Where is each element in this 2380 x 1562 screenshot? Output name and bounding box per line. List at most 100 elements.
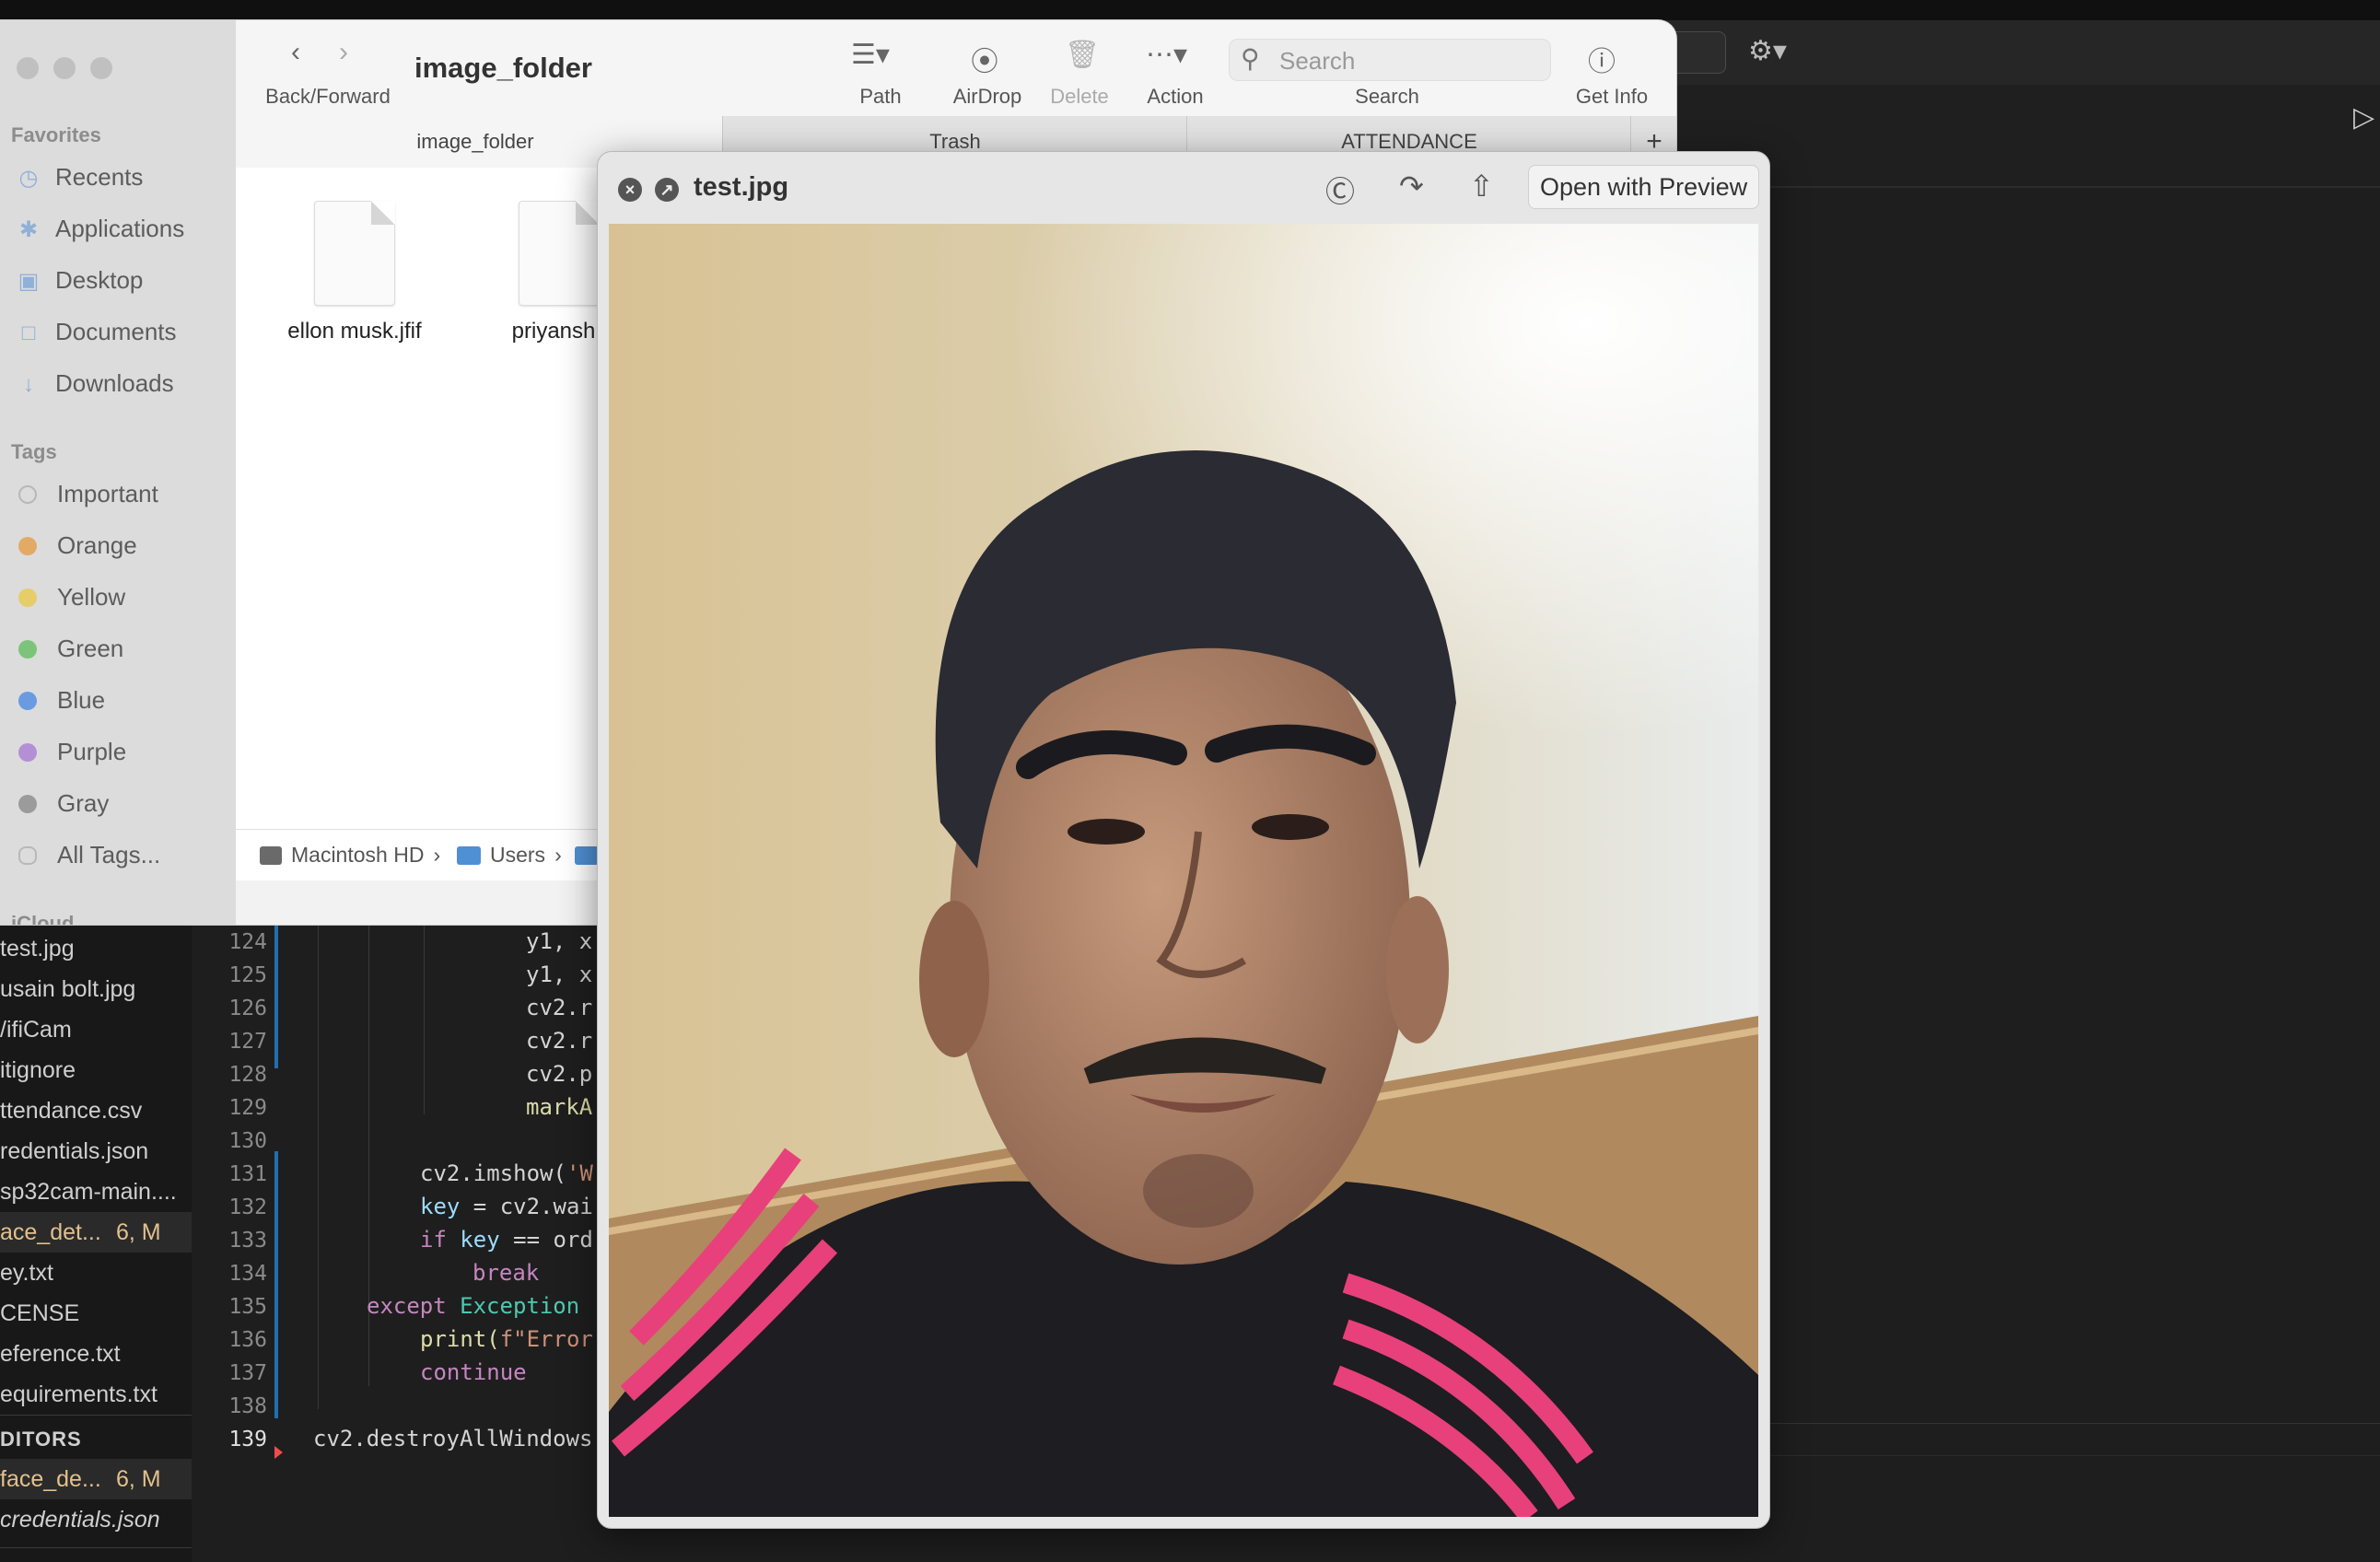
file-item-ellon-musk[interactable]: ellon musk.jfif [267, 201, 442, 344]
explorer-item-label: itignore [0, 1057, 76, 1083]
minimize-window-button[interactable] [53, 57, 76, 79]
open-editors-heading[interactable]: DITORS [0, 1426, 82, 1453]
code-line-136[interactable]: print(f"Error [420, 1326, 593, 1352]
code-line-126[interactable]: cv2.r [526, 995, 592, 1020]
code-line-127[interactable]: cv2.r [526, 1028, 592, 1054]
search-placeholder: Search [1279, 47, 1356, 75]
explorer-item-label: test.jpg [0, 936, 75, 962]
explorer-item[interactable]: sp32cam-main.... [0, 1172, 192, 1212]
explorer-item[interactable]: eference.txt [0, 1334, 192, 1374]
run-icon[interactable]: ▷ [2353, 101, 2374, 134]
path-item-macintosh-hd[interactable]: Macintosh HD › [260, 843, 440, 868]
document-icon [314, 201, 395, 306]
code-line-129[interactable]: markA [526, 1094, 592, 1120]
tag-gray[interactable]: Gray [15, 785, 109, 822]
panel-divider [1764, 1423, 2380, 1424]
explorer-divider [0, 1547, 192, 1548]
explorer-item[interactable]: test.jpg [0, 928, 192, 969]
git-change-bar [274, 1151, 278, 1418]
tag-important[interactable]: Important [15, 475, 158, 512]
explorer-item[interactable]: ttendance.csv [0, 1090, 192, 1131]
path-item-users[interactable]: Users › [457, 843, 562, 868]
delete-label: Delete [1050, 85, 1109, 108]
open-editor-label: credentials.json [0, 1507, 160, 1533]
code-token: = cv2.wai [460, 1194, 593, 1219]
sidebar-item-recents[interactable]: ◷ Recents [15, 158, 144, 195]
trash-icon[interactable]: 🗑 [1065, 39, 1100, 71]
document-icon: □ [21, 321, 36, 345]
line-number: 136 [228, 1328, 267, 1352]
code-line-128[interactable]: cv2.p [526, 1061, 592, 1087]
tag-orange[interactable]: Orange [15, 527, 137, 564]
code-line-124[interactable]: y1, x [526, 928, 592, 954]
window-title: image_folder [414, 52, 592, 84]
code-token: print( [420, 1326, 500, 1352]
code-token: Exception [460, 1293, 580, 1319]
fullscreen-icon[interactable]: ↗ [655, 178, 679, 202]
zoom-window-button[interactable] [90, 57, 112, 79]
explorer-item[interactable]: ey.txt [0, 1253, 192, 1293]
sidebar-item-desktop[interactable]: ▣ Desktop [15, 262, 144, 298]
path-separator-icon: › [554, 843, 562, 867]
rotate-icon[interactable]: ↷ [1399, 169, 1424, 204]
git-change-bar [274, 921, 278, 1068]
tag-purple[interactable]: Purple [15, 733, 126, 770]
markup-icon[interactable]: Ⓒ [1325, 169, 1355, 211]
info-icon[interactable]: ⓘ [1588, 39, 1616, 79]
code-line-131[interactable]: cv2.imshow('W [420, 1160, 593, 1186]
explorer-item-label: equirements.txt [0, 1381, 158, 1407]
code-line-125[interactable]: y1, x [526, 962, 592, 987]
tag-all-tags[interactable]: All Tags... [15, 836, 160, 873]
explorer-item[interactable]: ace_det... 6, M [0, 1212, 192, 1253]
tag-yellow[interactable]: Yellow [15, 578, 125, 615]
code-line-137[interactable]: continue [420, 1359, 527, 1385]
path-item-label: Macintosh HD [291, 843, 425, 867]
open-editor-item[interactable]: credentials.json [0, 1499, 192, 1540]
quick-look-title: test.jpg [694, 172, 789, 202]
code-line-132[interactable]: key = cv2.wai [420, 1194, 593, 1219]
explorer-item[interactable]: redentials.json [0, 1131, 192, 1172]
open-editor-item[interactable]: face_de... 6, M [0, 1459, 192, 1499]
forward-chevron-icon[interactable]: › [339, 37, 348, 68]
explorer-item-label: ace_det... [0, 1219, 101, 1245]
preview-image [609, 224, 1758, 1517]
line-number: 126 [228, 997, 267, 1020]
airdrop-icon[interactable]: ⦿ [971, 39, 998, 79]
explorer-item-label: ey.txt [0, 1260, 53, 1286]
open-with-preview-button[interactable]: Open with Preview [1528, 165, 1760, 209]
sidebar-item-label: Recents [55, 163, 144, 191]
tag-label: Yellow [57, 583, 126, 611]
code-token: key [460, 1227, 500, 1253]
close-window-button[interactable] [17, 57, 39, 79]
tag-label: Purple [57, 738, 127, 765]
copilot-icon[interactable]: ⚙▾ [1748, 35, 1803, 68]
explorer-item[interactable]: itignore [0, 1050, 192, 1090]
sidebar-item-applications[interactable]: ✱ Applications [15, 210, 184, 247]
line-number: 133 [228, 1229, 267, 1253]
line-number: 139 [228, 1428, 267, 1451]
share-icon[interactable]: ⇧ [1469, 169, 1494, 204]
line-number: 135 [228, 1295, 267, 1319]
explorer-item[interactable]: usain bolt.jpg [0, 969, 192, 1009]
tag-dot-icon [18, 743, 37, 762]
path-list-icon[interactable]: ☰▾ [851, 39, 890, 71]
back-chevron-icon[interactable]: ‹ [291, 37, 300, 68]
open-editor-label: face_de... [0, 1466, 101, 1492]
explorer-item-label: usain bolt.jpg [0, 976, 136, 1002]
code-line-134[interactable]: break [472, 1260, 539, 1286]
sidebar-item-documents[interactable]: □ Documents [15, 313, 177, 350]
code-line-133[interactable]: if key == ord [420, 1227, 593, 1253]
search-icon: ⚲ [1241, 44, 1260, 73]
explorer-item[interactable]: equirements.txt [0, 1374, 192, 1415]
tag-blue[interactable]: Blue [15, 682, 105, 718]
sidebar-item-downloads[interactable]: ↓ Downloads [15, 365, 174, 402]
explorer-item[interactable]: /ifiCam [0, 1009, 192, 1050]
code-line-139[interactable]: cv2.destroyAllWindows [313, 1426, 592, 1451]
action-ellipsis-icon[interactable]: ⋯▾ [1146, 39, 1187, 71]
code-line-135[interactable]: except Exception [367, 1293, 579, 1319]
tag-green[interactable]: Green [15, 630, 123, 667]
file-name: ellon musk.jfif [287, 319, 422, 344]
search-input[interactable]: ⚲ Search [1229, 39, 1551, 81]
explorer-item[interactable]: CENSE [0, 1293, 192, 1334]
close-icon[interactable]: × [618, 178, 642, 202]
